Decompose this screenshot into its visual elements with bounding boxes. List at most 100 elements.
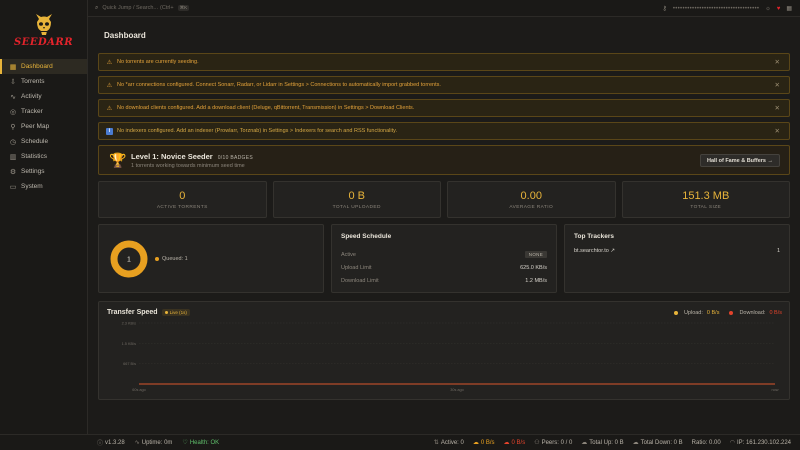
tracker-count: 1: [776, 248, 780, 254]
grid-menu-icon[interactable]: ▦: [786, 5, 792, 12]
total-up: ☁ Total Up: 0 B: [581, 439, 623, 447]
peers: ⚇ Peers: 0 / 0: [534, 439, 572, 447]
download-dot: [729, 311, 734, 315]
stat-total-uploaded: 0 B TOTAL UPLOADED: [272, 181, 441, 218]
sidebar-item-label: Peer Map: [21, 123, 50, 130]
row-label: Download Limit: [341, 277, 379, 284]
sidebar-item-label: Settings: [21, 168, 45, 175]
close-icon[interactable]: ✕: [775, 81, 780, 89]
donut-legend-label: Queued: 1: [162, 255, 188, 262]
live-badge: Live (1s): [161, 309, 190, 316]
sidebar-item-torrents[interactable]: ⇩ Torrents: [0, 74, 87, 89]
globe-icon: ◎: [9, 108, 17, 116]
row-value: 625.0 KB/s: [520, 264, 547, 271]
upload-icon: ☁: [472, 440, 479, 446]
topbar: ⌕ Quick Jump / Search... (Ctrl+ ⌘K ⚷ •••…: [88, 0, 800, 17]
cloud-up-icon: ☁: [581, 440, 588, 446]
x-tick-label: 30s ago: [450, 388, 464, 392]
top-trackers-panel: Top Trackers bt.searchtor.to ↗ 1: [564, 224, 790, 293]
top-trackers-title: Top Trackers: [574, 233, 614, 240]
alert-no-indexers: i No indexers configured. Add an indexer…: [98, 122, 790, 140]
stat-value: 0: [179, 189, 186, 202]
close-icon[interactable]: ✕: [775, 127, 780, 135]
version-text: v1.3.28: [105, 439, 125, 446]
x-tick-label: 60s ago: [132, 388, 146, 392]
down-speed: ☁ 0 B/s: [503, 439, 526, 447]
sun-icon[interactable]: ☼: [765, 6, 771, 12]
donut-center: 1: [127, 256, 131, 263]
main-content: Dashboard ⚠ No torrents are currently se…: [88, 17, 800, 434]
schedule-active-row: Active NONE: [341, 248, 547, 261]
upload-label: Upload:: [683, 310, 703, 316]
stat-value: 151.3 MB: [682, 189, 730, 202]
up-speed: ☁ 0 B/s: [472, 439, 495, 447]
alert-no-seeding: ⚠ No torrents are currently seeding. ✕: [98, 53, 790, 71]
status-donut-panel: 1 Queued: 1: [98, 224, 324, 293]
alert-no-arr: ⚠ No *arr connections configured. Connec…: [98, 76, 790, 94]
sidebar-item-system[interactable]: ▭ System: [0, 179, 87, 194]
heart-icon: ♡: [182, 440, 188, 446]
chart-legend: Upload: 0 B/s Download: 0 B/s: [673, 310, 782, 316]
key-icon[interactable]: ⚷: [662, 5, 666, 12]
search-input[interactable]: ⌕ Quick Jump / Search... (Ctrl+ ⌘K: [95, 5, 215, 12]
list-item[interactable]: bt.searchtor.to ↗ 1: [574, 248, 780, 254]
sidebar-item-label: Activity: [21, 93, 42, 100]
stat-total-size: 151.3 MB TOTAL SIZE: [621, 181, 790, 218]
transfer-title: Transfer Speed: [107, 309, 158, 316]
sidebar-item-statistics[interactable]: ▥ Statistics: [0, 149, 87, 164]
sidebar-item-dashboard[interactable]: ▦ Dashboard: [0, 59, 87, 74]
transfer-icon: ⇅: [433, 440, 439, 446]
sidebar-item-tracker[interactable]: ◎ Tracker: [0, 104, 87, 119]
close-icon[interactable]: ✕: [775, 104, 780, 112]
uptime-text: Uptime: 0m: [141, 439, 173, 446]
status-bar: ⓘ v1.3.28 ∿ Uptime: 0m ♡ Health: OK ⇅ Active…: [0, 434, 800, 450]
sidebar-item-activity[interactable]: ∿ Activity: [0, 89, 87, 104]
sidebar-item-peer-map[interactable]: ⚲ Peer Map: [0, 119, 87, 134]
sidebar-item-label: Statistics: [21, 153, 48, 160]
sidebar-item-label: Dashboard: [21, 63, 53, 70]
ip-address: ◠ IP: 161.230.102.224: [730, 439, 791, 447]
transfer-speed-chart: 2.3 KB/s 1.5 KB/s 667 B/s 60s ago 30s ago now: [122, 322, 779, 393]
row-value: 1.2 MB/s: [525, 277, 547, 284]
ip-text: IP: 161.230.102.224: [736, 439, 791, 446]
heart-icon[interactable]: ♥: [777, 6, 781, 12]
ratio: Ratio: 0.00: [692, 440, 721, 446]
upload-dot: [673, 311, 678, 315]
active-text: Active: 0: [440, 439, 464, 446]
health-text: Health: OK: [189, 439, 220, 446]
api-key[interactable]: ••••••••••••••••••••••••••••••••••••: [673, 6, 759, 12]
skull-icon: [35, 14, 52, 35]
total-down: ☁ Total Down: 0 B: [633, 439, 683, 447]
close-icon[interactable]: ✕: [775, 58, 780, 66]
up-speed-text: 0 B/s: [480, 439, 495, 446]
status-badge: NONE: [524, 251, 547, 258]
version: ⓘ v1.3.28: [97, 438, 125, 448]
stat-value: 0 B: [348, 189, 365, 202]
uptime: ∿ Uptime: 0m: [135, 439, 173, 447]
search-icon: ⌕: [95, 4, 99, 11]
legend-dot: [155, 256, 159, 261]
download-limit-row: Download Limit 1.2 MB/s: [341, 274, 547, 287]
alert-no-clients: ⚠ No download clients configured. Add a …: [98, 99, 790, 117]
brand-logo[interactable]: SEEDARR: [0, 0, 87, 56]
hall-of-fame-button[interactable]: Hall of Fame & Buffers →: [699, 154, 780, 167]
sidebar-item-settings[interactable]: ⚙ Settings: [0, 164, 87, 179]
stat-label: AVERAGE RATIO: [509, 204, 554, 210]
stat-average-ratio: 0.00 AVERAGE RATIO: [447, 181, 616, 218]
info-icon: i: [106, 127, 113, 135]
gear-icon: ⚙: [9, 168, 17, 176]
level-subtitle: 1 torrents working towards minimum seed …: [131, 162, 245, 169]
sidebar-item-label: Torrents: [21, 78, 45, 85]
sidebar-item-label: Tracker: [21, 108, 43, 115]
sidebar-nav: ▦ Dashboard ⇩ Torrents ∿ Activity ◎ Tracker …: [0, 59, 87, 194]
sidebar-item-schedule[interactable]: ◷ Schedule: [0, 134, 87, 149]
alert-text: No download clients configured. Add a do…: [117, 105, 415, 111]
download-label: Download:: [739, 310, 766, 316]
total-down-text: Total Down: 0 B: [640, 439, 683, 446]
alert-text: No torrents are currently seeding.: [117, 59, 199, 65]
download-icon: ☁: [503, 440, 510, 446]
stat-value: 0.00: [520, 189, 542, 202]
status-donut: 1: [110, 240, 148, 277]
map-icon: ⚲: [10, 123, 16, 131]
tracker-name[interactable]: bt.searchtor.to ↗: [574, 248, 615, 254]
